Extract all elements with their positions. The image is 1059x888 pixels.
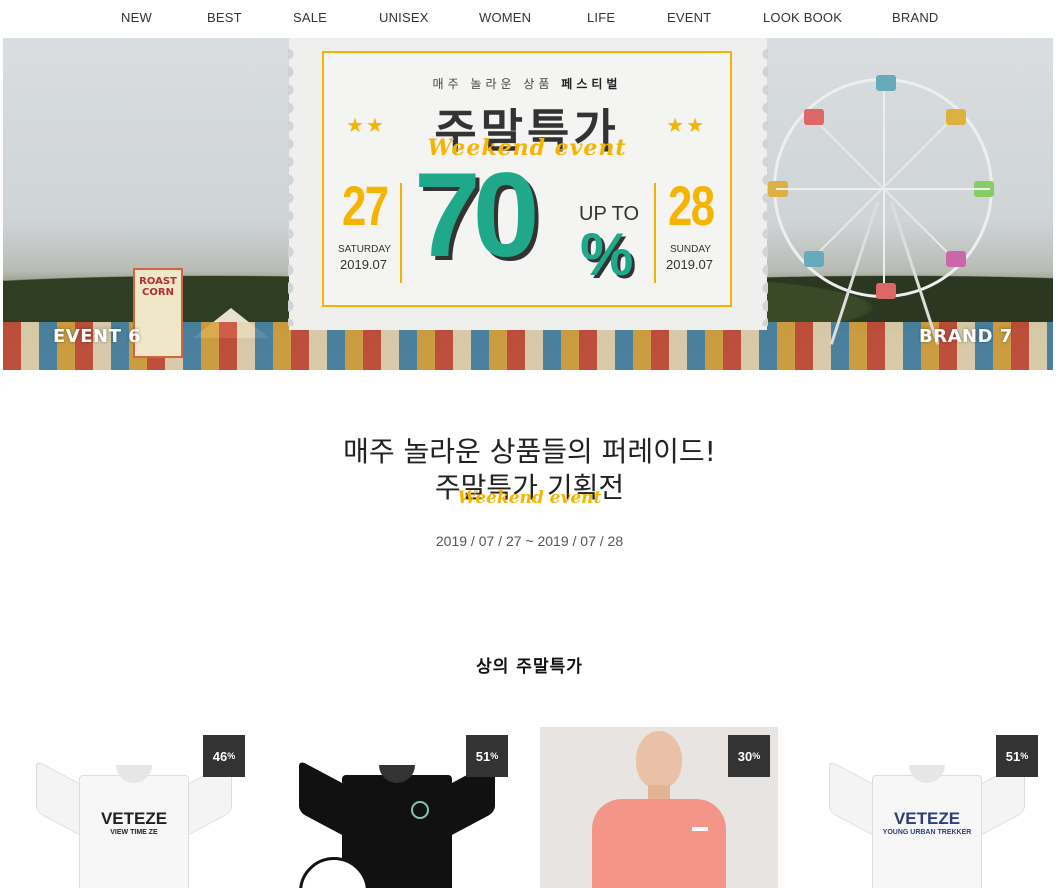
discount-badge-value: 46 bbox=[212, 748, 228, 764]
tshirt-print-sub: YOUNG URBAN TREKKER bbox=[882, 829, 972, 836]
nav-item-women[interactable]: WOMEN bbox=[479, 10, 531, 25]
discount-badge: 46% bbox=[203, 735, 245, 777]
end-weekday: SUNDAY bbox=[670, 244, 711, 255]
tshirt-print: VETEZE bbox=[100, 809, 168, 828]
discount-badge-value: 51 bbox=[475, 748, 491, 764]
nav-item-best[interactable]: BEST bbox=[207, 10, 242, 25]
discount-badge: 51% bbox=[466, 735, 508, 777]
discount-badge-value: 30 bbox=[737, 748, 753, 764]
tshirt-print-sub: VIEW TIME ZE bbox=[110, 829, 158, 836]
gondola bbox=[804, 251, 824, 267]
ticket-edge bbox=[288, 46, 298, 326]
tshirt-image: VETEZE VIEW TIME ZE bbox=[34, 760, 234, 888]
ferris-wheel bbox=[768, 75, 994, 299]
promo-ticket: 매주 놀라운 상품 페스티벌 ★★ ★★ 주말특가 Weekend event … bbox=[288, 38, 768, 330]
discount-badge-unit: % bbox=[227, 751, 236, 761]
festival-prefix: 매주 놀라운 상품 bbox=[432, 77, 554, 91]
gondola bbox=[946, 251, 966, 267]
nav-item-new[interactable]: NEW bbox=[121, 10, 152, 25]
gondola bbox=[974, 181, 994, 197]
model-head bbox=[636, 731, 682, 789]
roast-corn-sign-text: ROAST CORN bbox=[139, 276, 177, 298]
discount-number: 70 bbox=[414, 148, 540, 282]
discount-badge-value: 51 bbox=[1005, 748, 1021, 764]
product-card[interactable]: 51% bbox=[278, 727, 516, 888]
tshirt-image bbox=[297, 760, 497, 888]
percent-sign: % bbox=[580, 221, 634, 288]
discount-badge: 51% bbox=[996, 735, 1038, 777]
gondola bbox=[768, 181, 788, 197]
section-title: 상의 주말특가 bbox=[476, 657, 583, 677]
tshirt-image: VETEZE YOUNG URBAN TREKKER bbox=[827, 760, 1027, 888]
festival-line: 매주 놀라운 상품 페스티벌 bbox=[324, 75, 730, 92]
date-divider bbox=[654, 183, 656, 283]
gondola bbox=[876, 75, 896, 91]
gondola bbox=[946, 109, 966, 125]
headline-line1: 매주 놀라운 상품들의 퍼레이드! bbox=[343, 435, 716, 468]
nav-item-unisex[interactable]: UNISEX bbox=[379, 10, 429, 25]
event-banner[interactable]: ROAST CORN EVENT 6 BRAND 7 매주 놀라운 상품 페스티… bbox=[3, 38, 1053, 370]
laurel-emblem-icon bbox=[411, 801, 429, 819]
date-divider bbox=[400, 183, 402, 283]
gondola bbox=[876, 283, 896, 299]
nav-item-brand[interactable]: BRAND bbox=[892, 10, 939, 25]
ticket-frame: 매주 놀라운 상품 페스티벌 ★★ ★★ 주말특가 Weekend event … bbox=[322, 51, 732, 307]
headline-script: Weekend event bbox=[457, 488, 602, 508]
start-year-month: 2019.07 bbox=[340, 257, 387, 272]
product-card[interactable]: VETEZE VIEW TIME ZE 46% bbox=[15, 727, 253, 888]
start-day: 27 bbox=[342, 174, 389, 237]
product-card[interactable]: 30% bbox=[540, 727, 778, 888]
end-year-month: 2019.07 bbox=[666, 257, 713, 272]
event-dates: 2019 / 07 / 27 ~ 2019 / 07 / 28 bbox=[435, 533, 624, 549]
festival-bold: 페스티벌 bbox=[561, 77, 622, 91]
nav-item-look-book[interactable]: LOOK BOOK bbox=[763, 10, 842, 25]
nav-item-sale[interactable]: SALE bbox=[293, 10, 327, 25]
start-weekday: SATURDAY bbox=[338, 244, 391, 255]
discount-badge-unit: % bbox=[1020, 751, 1029, 761]
discount-badge: 30% bbox=[728, 735, 770, 777]
banner-label-event[interactable]: EVENT 6 bbox=[53, 326, 141, 347]
discount-badge-unit: % bbox=[490, 751, 499, 761]
tshirt-logo bbox=[692, 827, 708, 831]
product-card[interactable]: VETEZE YOUNG URBAN TREKKER 51% bbox=[808, 727, 1046, 888]
tshirt-print: VETEZE bbox=[893, 809, 961, 828]
discount-badge-unit: % bbox=[752, 751, 761, 761]
model-tshirt bbox=[592, 799, 726, 888]
banner-label-brand[interactable]: BRAND 7 bbox=[919, 326, 1013, 347]
nav-item-event[interactable]: EVENT bbox=[667, 10, 711, 25]
top-nav: NEW BEST SALE UNISEX WOMEN LIFE EVENT LO… bbox=[0, 0, 1059, 38]
gondola bbox=[804, 109, 824, 125]
end-day: 28 bbox=[668, 174, 715, 237]
nav-item-life[interactable]: LIFE bbox=[587, 10, 615, 25]
ticket-edge bbox=[758, 46, 768, 326]
